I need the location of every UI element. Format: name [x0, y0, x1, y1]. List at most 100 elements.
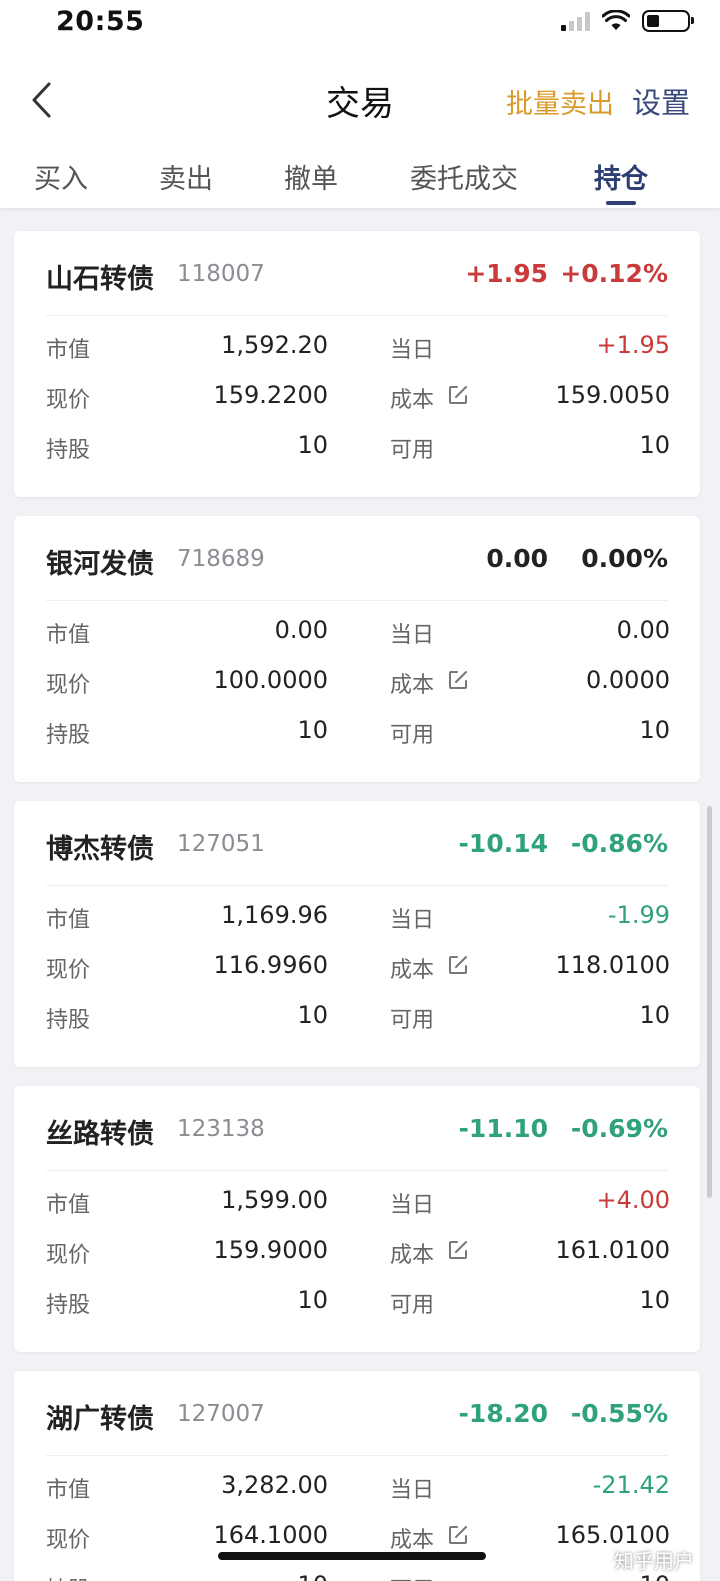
today-pnl: +4.00 [596, 1186, 670, 1214]
today-pnl: -1.99 [607, 901, 670, 929]
price-change: 0.00 [486, 544, 548, 573]
shares-held: 10 [297, 1001, 328, 1029]
active-tab-indicator [606, 201, 636, 205]
current-price-label: 现价 [46, 958, 91, 983]
price-change: +1.95 [465, 259, 548, 288]
cost-label: 成本 [390, 673, 435, 698]
market-value-label: 市值 [46, 908, 91, 933]
current-price-label: 现价 [46, 1243, 91, 1268]
current-price-label: 现价 [46, 673, 91, 698]
watermark: 知乎用户 [614, 1549, 694, 1573]
card-divider [46, 885, 668, 886]
card-divider [46, 600, 668, 601]
tab-sell[interactable]: 卖出 [159, 157, 213, 196]
market-value: 0.00 [274, 616, 328, 644]
shares-label: 持股 [46, 438, 91, 463]
edit-cost-icon[interactable] [446, 383, 470, 407]
today-label: 当日 [390, 338, 435, 363]
current-price: 159.2200 [213, 381, 328, 409]
wifi-icon [602, 10, 630, 30]
battery-icon [642, 10, 694, 32]
price-change-percent: -0.55% [570, 1399, 668, 1428]
current-price-label: 现价 [46, 1528, 91, 1553]
shares-label: 持股 [46, 723, 91, 748]
available-label: 可用 [390, 1572, 434, 1581]
available-label: 可用 [390, 438, 435, 463]
current-price-label: 现价 [46, 388, 91, 413]
market-value-label: 市值 [46, 1193, 91, 1218]
bond-code: 127051 [177, 831, 265, 857]
position-card[interactable]: 湖广转债 127007 -18.20 -0.55% 市值 3,282.00 当日… [14, 1371, 700, 1581]
market-value-label: 市值 [46, 338, 91, 363]
cost-price: 118.0100 [555, 951, 670, 979]
current-price: 100.0000 [213, 666, 328, 694]
bond-name: 湖广转债 [46, 1404, 154, 1435]
edit-cost-icon[interactable] [446, 668, 470, 692]
card-divider [46, 1170, 668, 1171]
tab-cancel-order[interactable]: 撤单 [284, 157, 338, 196]
bond-code: 127007 [177, 1401, 265, 1427]
batch-sell-button[interactable]: 批量卖出 [506, 82, 614, 121]
cost-label: 成本 [390, 1243, 435, 1268]
edit-cost-icon[interactable] [446, 953, 470, 977]
header-bar: 交易 批量卖出 设置 [0, 50, 720, 145]
shares-available: 10 [639, 716, 670, 744]
price-change: -11.10 [458, 1114, 548, 1143]
market-value-label: 市值 [46, 623, 91, 648]
status-icons [561, 10, 694, 32]
scrollbar[interactable] [707, 806, 712, 1198]
market-value: 3,282.00 [221, 1471, 328, 1499]
edit-cost-icon[interactable] [446, 1523, 470, 1547]
bond-name: 银河发债 [46, 549, 154, 580]
today-label: 当日 [390, 1193, 435, 1218]
card-divider [46, 1455, 668, 1456]
position-card[interactable]: 银河发债 718689 0.00 0.00% 市值 0.00 当日 0.00 现… [14, 516, 700, 782]
chevron-left-icon [32, 82, 51, 118]
shares-available: 10 [639, 1001, 670, 1029]
price-change: -18.20 [458, 1399, 548, 1428]
available-label: 可用 [390, 1293, 435, 1318]
shares-held: 10 [128, 1571, 328, 1581]
today-pnl: -21.42 [592, 1471, 670, 1499]
bond-name: 山石转债 [46, 264, 154, 295]
cost-price: 0.0000 [586, 666, 670, 694]
tab-buy[interactable]: 买入 [34, 157, 88, 196]
bond-name: 丝路转债 [46, 1119, 154, 1150]
tab-orders-trades[interactable]: 委托成交 [410, 157, 518, 196]
cellular-signal-icon [561, 11, 590, 31]
back-button[interactable] [26, 78, 56, 122]
tab-positions[interactable]: 持仓 [594, 157, 648, 196]
edit-cost-icon[interactable] [446, 1238, 470, 1262]
status-time: 20:55 [56, 6, 145, 37]
current-price: 116.9960 [213, 951, 328, 979]
bond-code: 118007 [177, 261, 265, 287]
today-pnl: 0.00 [616, 616, 670, 644]
settings-button[interactable]: 设置 [632, 80, 690, 122]
shares-label: 持股 [46, 1293, 91, 1318]
bond-code: 123138 [177, 1116, 265, 1142]
cost-label: 成本 [390, 958, 435, 983]
price-change-percent: 0.00% [581, 544, 668, 573]
today-label: 当日 [390, 623, 435, 648]
available-label: 可用 [390, 723, 435, 748]
market-value: 1,592.20 [221, 331, 328, 359]
shares-available: 10 [639, 431, 670, 459]
position-card[interactable]: 丝路转债 123138 -11.10 -0.69% 市值 1,599.00 当日… [14, 1086, 700, 1352]
tab-bar: 买入 卖出 撤单 委托成交 持仓 [0, 145, 720, 209]
shares-held: 10 [297, 1286, 328, 1314]
cost-price: 161.0100 [555, 1236, 670, 1264]
home-indicator[interactable] [218, 1552, 486, 1560]
market-value-label: 市值 [46, 1478, 91, 1503]
price-change-percent: +0.12% [560, 259, 668, 288]
price-change-percent: -0.69% [570, 1114, 668, 1143]
bond-code: 718689 [177, 546, 265, 572]
position-card[interactable]: 博杰转债 127051 -10.14 -0.86% 市值 1,169.96 当日… [14, 801, 700, 1067]
available-label: 可用 [390, 1008, 435, 1033]
position-card[interactable]: 山石转债 118007 +1.95 +0.12% 市值 1,592.20 当日 … [14, 231, 700, 497]
market-value: 1,599.00 [221, 1186, 328, 1214]
cost-label: 成本 [390, 388, 435, 413]
price-change-percent: -0.86% [570, 829, 668, 858]
bond-name: 博杰转债 [46, 834, 154, 865]
today-label: 当日 [390, 908, 435, 933]
shares-held: 10 [297, 431, 328, 459]
